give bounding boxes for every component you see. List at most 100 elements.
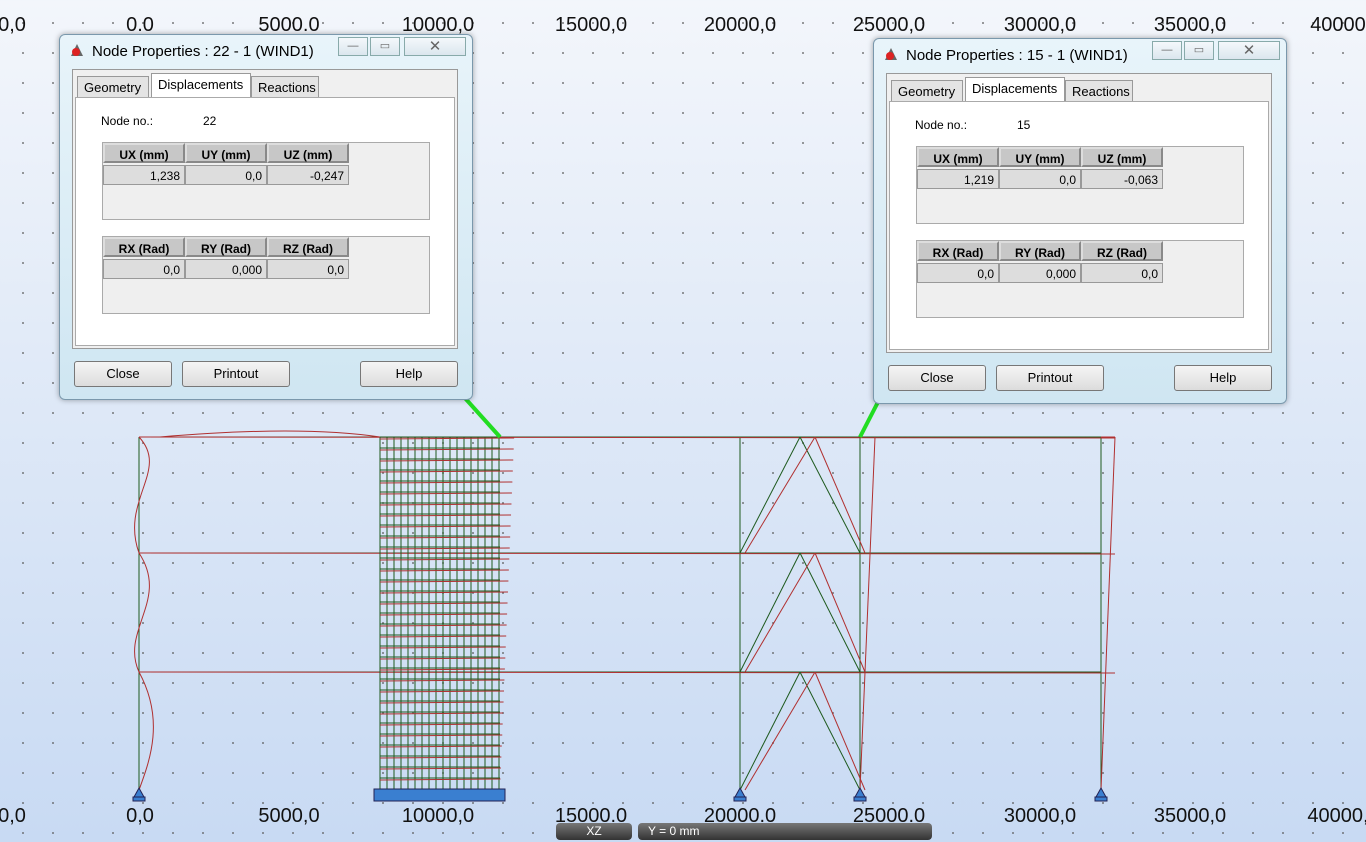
value-cell: 0,000: [185, 259, 267, 279]
member: [744, 552, 816, 673]
column-header: UZ (mm): [267, 143, 349, 163]
axis-label-top: 30000,0: [1003, 14, 1077, 36]
deformed-mesh: [379, 657, 506, 660]
value-cell: 0,0: [917, 263, 999, 283]
rotations-table: RX (Rad) 0,0 RY (Rad) 0,000 RZ (Rad) 0,0: [916, 240, 1244, 318]
tab-panel: Geometry Displacements Reactions Node no.:…: [72, 69, 458, 349]
deformed-mesh: [379, 723, 503, 726]
column-header: UX (mm): [103, 143, 185, 163]
column-header: RX (Rad): [103, 237, 185, 257]
help-button[interactable]: Help: [360, 361, 458, 387]
axis-label-bottom: 0,0: [126, 805, 154, 827]
deformed-mesh: [379, 459, 514, 462]
member: [739, 552, 801, 673]
maximize-button[interactable]: ▭: [370, 37, 400, 56]
tab-reactions[interactable]: Reactions: [1065, 80, 1133, 102]
axis-label-bottom: 35000,0: [1153, 805, 1227, 827]
member: [744, 436, 816, 554]
close-button[interactable]: Close: [888, 365, 986, 391]
value-cell: 0,0: [267, 259, 349, 279]
deformed-mesh: [379, 558, 510, 561]
minimize-button[interactable]: —: [1152, 41, 1182, 60]
value-cell: -0,063: [1081, 169, 1163, 189]
deformed-mesh: [379, 437, 515, 440]
member: [799, 671, 861, 791]
support-icon: [132, 786, 146, 802]
deformed-mesh: [379, 481, 513, 484]
axis-label-bottom: 5000,0: [258, 805, 320, 827]
deformed-mesh: [379, 536, 511, 539]
maximize-button[interactable]: ▭: [1184, 41, 1214, 60]
member: [814, 552, 866, 673]
column-header: RY (Rad): [999, 241, 1081, 261]
column-header: RY (Rad): [185, 237, 267, 257]
axis-label-bottom: 10000,0: [401, 805, 475, 827]
node-properties-dialog: Node Properties : 22 - 1 (WIND1) — ▭ ✕ G…: [59, 34, 473, 400]
tab-reactions[interactable]: Reactions: [251, 76, 319, 98]
deformed-mesh: [379, 668, 505, 671]
node-number-label: Node no.:: [915, 118, 968, 132]
member: [814, 671, 866, 791]
axis-label-top: 40000: [1310, 14, 1366, 36]
support-icon: [1094, 786, 1108, 802]
member: [739, 671, 801, 791]
deformed-column: [134, 436, 154, 791]
minimize-button[interactable]: —: [338, 37, 368, 56]
value-cell: 0,0: [1081, 263, 1163, 283]
deformed-mesh: [379, 547, 510, 550]
column-header: RX (Rad): [917, 241, 999, 261]
displacements-table: UX (mm) 1,219 UY (mm) 0,0 UZ (mm) -0,063: [916, 146, 1244, 224]
tab-displacements[interactable]: Displacements: [965, 77, 1065, 103]
displacements-page: Node no.: 15 UX (mm) 1,219 UY (mm) 0,0 UZ (m…: [889, 101, 1269, 350]
column-header: UY (mm): [999, 147, 1081, 167]
value-cell: 0,000: [999, 263, 1081, 283]
member: [739, 436, 801, 554]
deformed-mesh: [379, 448, 514, 451]
deformed-mesh: [379, 679, 505, 682]
value-cell: 0,0: [999, 169, 1081, 189]
close-button[interactable]: Close: [74, 361, 172, 387]
deformed-mesh: [379, 514, 512, 517]
value-cell: 1,219: [917, 169, 999, 189]
leader-line: [858, 401, 880, 438]
axis-label-bottom: 30000,0: [1003, 805, 1077, 827]
deformed-mesh: [379, 734, 503, 737]
deformed-mesh: [379, 635, 507, 638]
dialog-title: Node Properties : 22 - 1 (WIND1): [92, 43, 314, 60]
member: [799, 436, 861, 554]
printout-button[interactable]: Printout: [182, 361, 290, 387]
column-header: RZ (Rad): [1081, 241, 1163, 261]
value-cell: 0,0: [103, 259, 185, 279]
column-header: UY (mm): [185, 143, 267, 163]
deformed-mesh: [379, 756, 502, 759]
view-plane-button[interactable]: XZ: [556, 823, 632, 840]
axis-label-top: 35000,0: [1153, 14, 1227, 36]
deformed-column: [1100, 436, 1116, 791]
displacements-page: Node no.: 22 UX (mm) 1,238 UY (mm) 0,0 UZ (m…: [75, 97, 455, 346]
help-button[interactable]: Help: [1174, 365, 1272, 391]
tab-displacements[interactable]: Displacements: [151, 73, 251, 99]
close-window-button[interactable]: ✕: [1218, 41, 1280, 60]
node-number-value: 22: [203, 114, 217, 128]
support-icon: [853, 786, 867, 802]
deformed-mesh: [379, 525, 511, 528]
close-window-button[interactable]: ✕: [404, 37, 466, 56]
printout-button[interactable]: Printout: [996, 365, 1104, 391]
plane-position-field[interactable]: Y = 0 mm: [638, 823, 932, 840]
value-cell: -0,247: [267, 165, 349, 185]
deformed-mesh: [379, 569, 509, 572]
deformed-mesh: [379, 613, 508, 616]
deformed-mesh: [379, 745, 502, 748]
column-header: UZ (mm): [1081, 147, 1163, 167]
axis-label-bottom: 0,0: [0, 805, 26, 827]
deformed-mesh: [379, 580, 509, 583]
deformed-mesh: [379, 591, 508, 594]
tab-geometry[interactable]: Geometry: [891, 80, 963, 102]
leader-line: [462, 395, 502, 439]
tab-geometry[interactable]: Geometry: [77, 76, 149, 98]
deformed-column: [859, 436, 876, 791]
axis-label-top: 0,0: [0, 14, 26, 36]
support-icon: [733, 786, 747, 802]
member: [799, 552, 861, 673]
axis-label-top: 20000,0: [703, 14, 777, 36]
